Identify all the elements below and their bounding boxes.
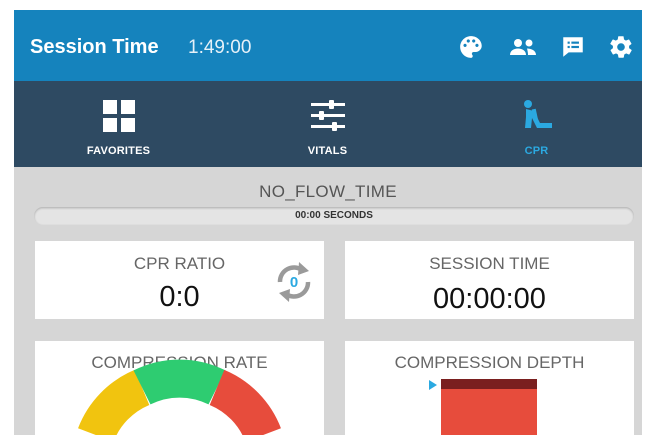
header-session-time: 1:49:00 — [188, 37, 252, 58]
compression-rate-card: COMPRESSION RATE — [35, 341, 324, 435]
depth-top-band — [441, 379, 537, 389]
tab-vitals-label: VITALS — [307, 145, 348, 157]
compression-depth-card: COMPRESSION DEPTH — [345, 341, 634, 435]
sliders-icon — [309, 97, 347, 135]
compression-depth-label: COMPRESSION DEPTH — [394, 353, 585, 372]
tab-cpr-label: CPR — [524, 145, 549, 157]
gear-icon[interactable] — [606, 32, 636, 62]
tab-favorites[interactable]: FAVORITES — [14, 81, 223, 167]
cycle-count: 0 — [290, 274, 298, 291]
users-icon[interactable] — [508, 32, 538, 62]
no-flow-bar-text: 00:00 SECONDS — [295, 210, 373, 221]
no-flow-title: NO_FLOW_TIME — [259, 182, 397, 201]
app-header: Session Time 1:49:00 — [14, 10, 642, 81]
refresh-icon[interactable]: 0 — [272, 259, 316, 305]
status-bar — [14, 0, 642, 10]
gauge-segment-high — [208, 369, 281, 435]
grid-icon — [100, 97, 138, 135]
session-time-card: SESSION TIME 00:00:00 — [345, 241, 634, 319]
cpr-person-icon — [518, 97, 556, 135]
session-time-label: SESSION TIME — [429, 254, 550, 273]
chat-icon[interactable] — [558, 32, 588, 62]
no-flow-progress-bar: 00:00 SECONDS — [34, 207, 634, 225]
depth-marker-icon — [429, 380, 437, 390]
tab-vitals[interactable]: VITALS — [223, 81, 432, 167]
compression-rate-gauge — [78, 359, 281, 435]
cpr-app: Session Time 1:49:00 FAVORITES VITALS CP… — [14, 0, 642, 435]
tab-favorites-label: FAVORITES — [86, 145, 151, 157]
gauge-segment-target — [133, 359, 226, 405]
tab-cpr[interactable]: CPR — [432, 81, 641, 167]
session-time-value: 00:00:00 — [433, 283, 546, 315]
nav-tabs: FAVORITES VITALS CPR — [14, 81, 642, 167]
gauge-segment-low — [78, 369, 151, 435]
depth-zone — [441, 389, 537, 435]
palette-icon[interactable] — [456, 32, 486, 62]
header-title: Session Time — [30, 36, 159, 58]
